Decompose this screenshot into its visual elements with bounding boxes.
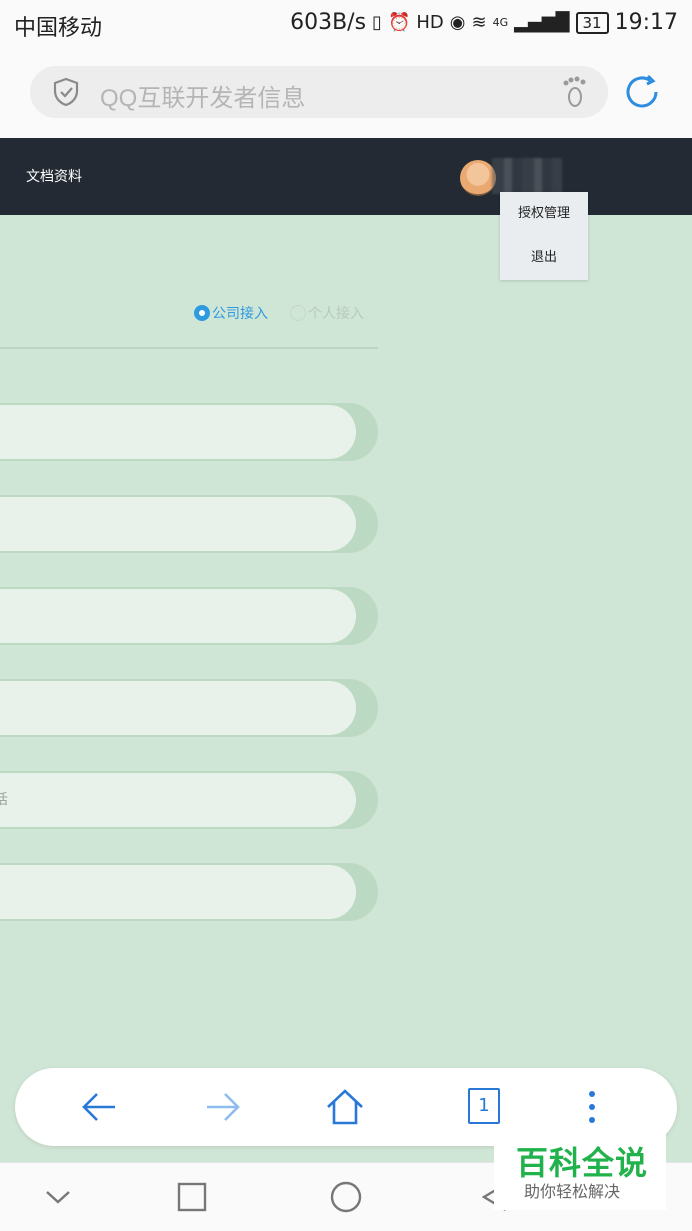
wifi-icon: ≋ xyxy=(471,12,487,33)
nav-docs-link[interactable]: 文档资料 xyxy=(26,166,82,186)
form-divider xyxy=(0,347,378,349)
radio-personal-access[interactable] xyxy=(290,305,306,321)
form-field-3 xyxy=(0,587,378,645)
user-avatar[interactable] xyxy=(460,160,496,196)
form-input-1[interactable] xyxy=(0,405,356,459)
status-bar: 中国移动 603B/s ▯ ⏰ HD ◉ ≋ 4G ▂▄▆█ 31 19:17 xyxy=(0,0,692,48)
radio-personal-access-label[interactable]: 个人接入 xyxy=(308,303,364,323)
form-input-2[interactable] xyxy=(0,497,356,551)
radio-company-access-label[interactable]: 公司接入 xyxy=(212,303,268,323)
more-menu-icon[interactable] xyxy=(572,1087,612,1127)
tabs-button[interactable]: 1 xyxy=(468,1088,500,1124)
vibrate-icon: ▯ xyxy=(372,12,382,33)
watermark-logo: 百科全说 助你轻松解决 xyxy=(494,1124,666,1210)
access-type-radio-group: 公司接入 个人接入 xyxy=(194,303,364,323)
clock: 19:17 xyxy=(614,10,678,35)
watermark-subtitle: 助你轻松解决 xyxy=(524,1182,621,1201)
refresh-icon[interactable] xyxy=(622,72,662,112)
recent-apps-icon[interactable] xyxy=(174,1179,210,1215)
eye-icon: ◉ xyxy=(449,12,466,33)
form-field-2 xyxy=(0,495,378,553)
form-field-6 xyxy=(0,863,378,921)
chevron-down-icon[interactable] xyxy=(40,1179,76,1215)
site-navbar: 文档资料 xyxy=(0,138,692,215)
address-bar[interactable]: QQ互联开发者信息 xyxy=(30,66,608,118)
shield-icon xyxy=(53,77,79,107)
form-input-3[interactable] xyxy=(0,589,356,643)
alarm-icon: ⏰ xyxy=(387,12,411,33)
home-circle-icon[interactable] xyxy=(328,1179,364,1215)
browser-header: QQ互联开发者信息 xyxy=(0,48,692,138)
carrier-name: 中国移动 xyxy=(14,16,103,41)
signal-icon: ▂▄▆█ xyxy=(514,12,570,33)
menu-item-logout[interactable]: 退出 xyxy=(500,236,588,280)
form-field-1 xyxy=(0,403,378,461)
forward-arrow-icon[interactable] xyxy=(203,1087,243,1127)
form-input-phone[interactable]: 话 xyxy=(0,773,356,827)
menu-item-auth-management[interactable]: 授权管理 xyxy=(500,192,588,236)
radio-company-access[interactable] xyxy=(194,305,210,321)
home-icon[interactable] xyxy=(325,1087,365,1127)
user-dropdown-menu: 授权管理 退出 xyxy=(500,192,588,280)
form-field-4 xyxy=(0,679,378,737)
form-input-6[interactable] xyxy=(0,865,356,919)
back-arrow-icon[interactable] xyxy=(79,1087,119,1127)
footprint-icon[interactable] xyxy=(560,75,588,109)
network-speed: 603B/s xyxy=(290,10,367,35)
form-input-4[interactable] xyxy=(0,681,356,735)
address-text[interactable]: QQ互联开发者信息 xyxy=(100,78,305,113)
status-icons: 603B/s ▯ ⏰ HD ◉ ≋ 4G ▂▄▆█ 31 19:17 xyxy=(290,10,678,35)
network-type: 4G xyxy=(492,16,509,29)
username-blurred[interactable] xyxy=(492,158,562,194)
hd-icon: HD xyxy=(416,12,444,33)
form-field-5: 话 xyxy=(0,771,378,829)
battery-icon: 31 xyxy=(575,11,609,34)
